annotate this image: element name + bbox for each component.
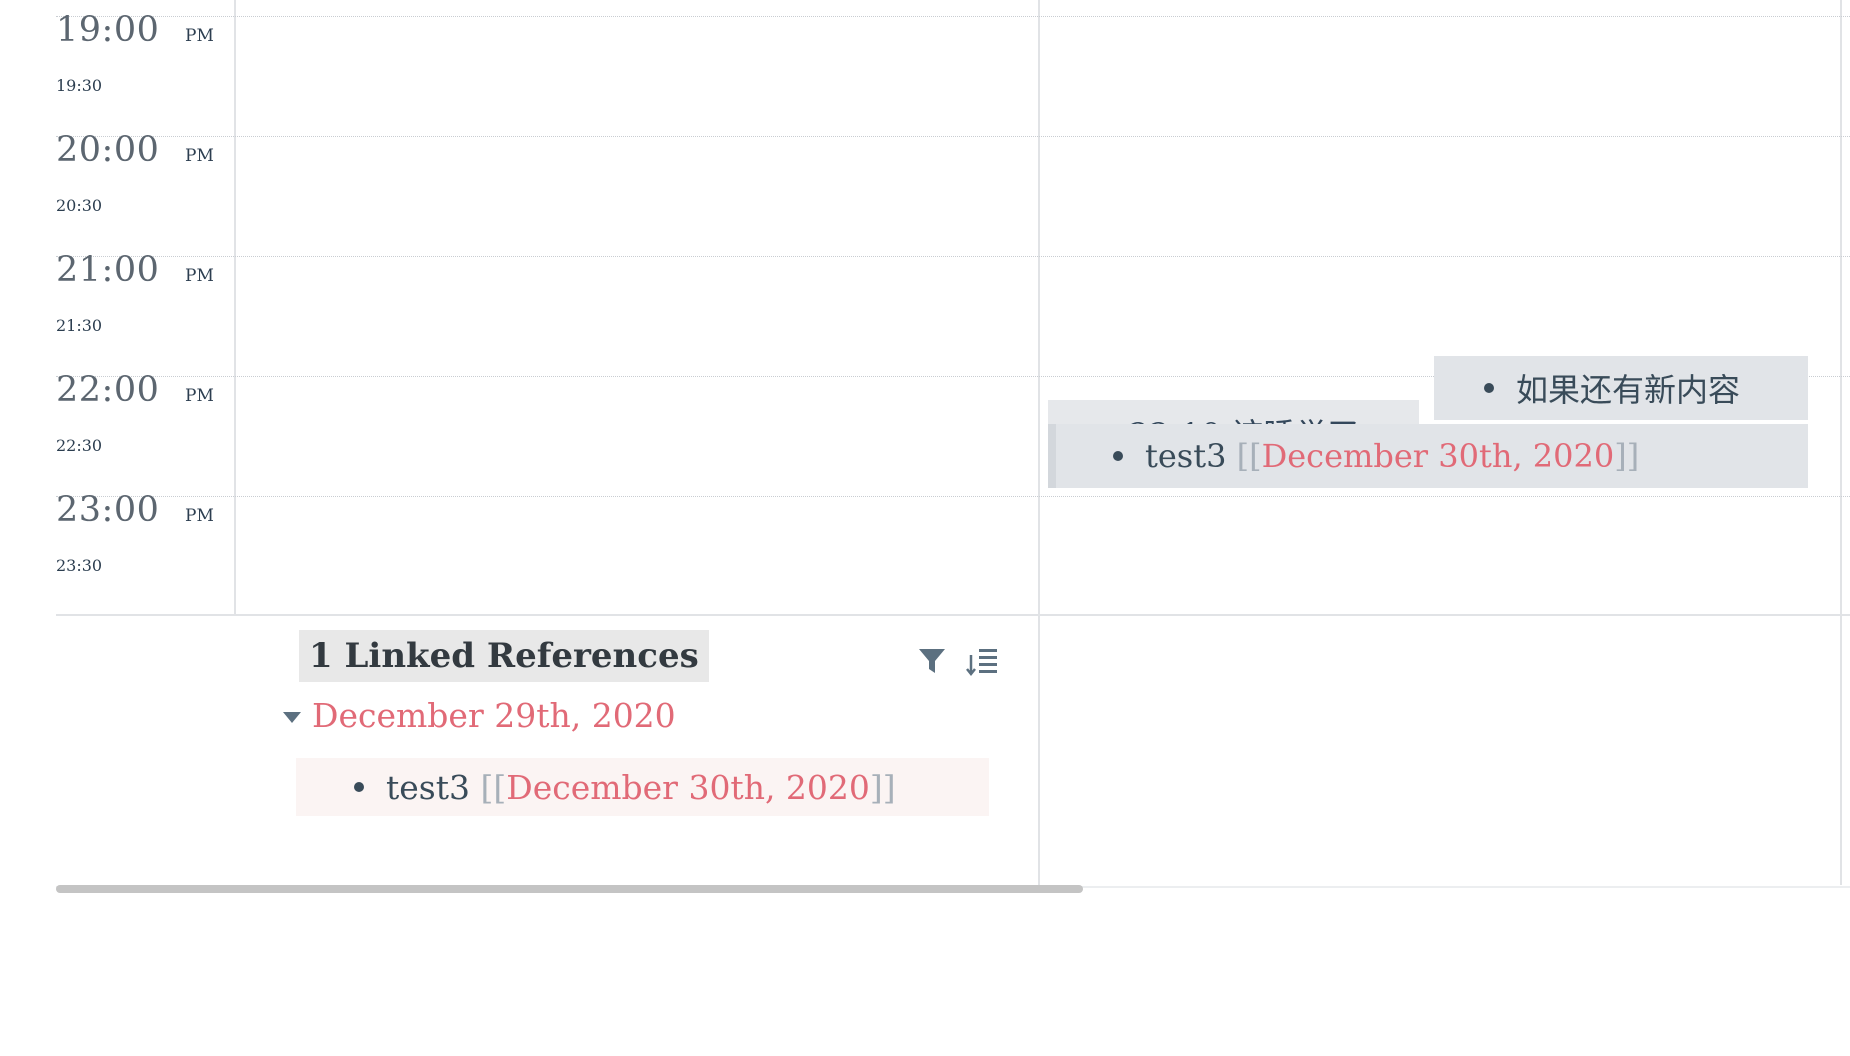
ref-bracket-close: ]] bbox=[869, 767, 896, 807]
day-column-divider bbox=[1038, 0, 1040, 885]
event-text: test3 bbox=[1145, 437, 1227, 475]
ampm-label: PM bbox=[185, 266, 214, 286]
half-hour-label: 20:30 bbox=[56, 196, 103, 215]
filter-icon[interactable] bbox=[917, 640, 953, 680]
hour-line bbox=[56, 256, 1850, 257]
half-hour-label: 21:30 bbox=[56, 316, 103, 335]
linked-reference-block[interactable]: test3 [[ December 30th, 2020 ]] bbox=[296, 758, 989, 816]
filter-icon-svg bbox=[919, 649, 945, 673]
calendar-event-test3[interactable]: test3 [[ December 30th, 2020 ]] bbox=[1048, 424, 1808, 488]
right-edge-divider bbox=[1840, 0, 1842, 885]
collapse-caret-icon[interactable] bbox=[283, 712, 301, 723]
time-column-divider bbox=[234, 0, 236, 616]
hour-label: 20:00 bbox=[56, 130, 160, 170]
ampm-label: PM bbox=[185, 26, 214, 46]
page-reference-link[interactable]: December 30th, 2020 bbox=[506, 768, 870, 807]
hour-line bbox=[56, 496, 1850, 497]
half-hour-label: 23:30 bbox=[56, 556, 103, 575]
hour-label: 22:00 bbox=[56, 370, 160, 410]
ref-bracket-close: ]] bbox=[1614, 437, 1640, 475]
event-text: 如果还有新内容 bbox=[1516, 371, 1741, 409]
ref-bracket-open: [[ bbox=[480, 767, 507, 807]
hour-label: 23:00 bbox=[56, 490, 160, 530]
ampm-label: PM bbox=[185, 506, 214, 526]
block-text: test3 bbox=[386, 767, 470, 807]
sort-icon[interactable] bbox=[965, 640, 1001, 680]
ampm-label: PM bbox=[185, 146, 214, 166]
grid-bottom-border bbox=[56, 614, 1850, 616]
half-hour-label: 22:30 bbox=[56, 436, 103, 455]
bullet-icon bbox=[354, 782, 364, 792]
hour-line bbox=[56, 136, 1850, 137]
page-reference-link[interactable]: December 30th, 2020 bbox=[1262, 437, 1615, 475]
bullet-icon bbox=[1113, 451, 1123, 461]
linked-references-header[interactable]: 1 Linked References bbox=[299, 630, 709, 682]
calendar-event-chinese[interactable]: 如果还有新内容 bbox=[1434, 356, 1808, 420]
calendar-event-partial[interactable]: • 22:10 该睡觉了 bbox=[1048, 400, 1419, 426]
ref-bracket-open: [[ bbox=[1236, 437, 1262, 475]
horizontal-scrollbar-thumb[interactable] bbox=[56, 885, 1083, 893]
reference-page-title[interactable]: December 29th, 2020 bbox=[312, 696, 676, 735]
calendar-view: 19:00 PM 19:30 20:00 PM 20:30 21:00 PM 2… bbox=[0, 0, 1850, 1056]
sort-icon-svg bbox=[966, 649, 997, 677]
hour-line bbox=[56, 16, 1850, 17]
hour-label: 19:00 bbox=[56, 10, 160, 50]
half-hour-label: 19:30 bbox=[56, 76, 103, 95]
hour-label: 21:00 bbox=[56, 250, 160, 290]
bullet-icon bbox=[1484, 383, 1494, 393]
ampm-label: PM bbox=[185, 386, 214, 406]
